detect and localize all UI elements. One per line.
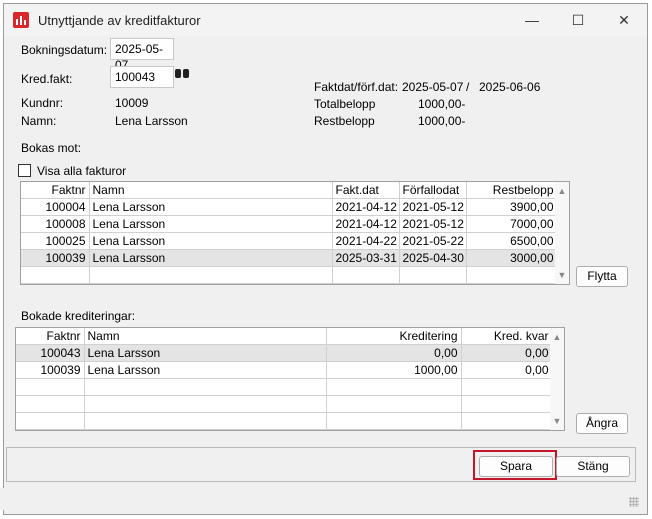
invoices-scrollbar[interactable]: ▲ ▼ — [555, 182, 569, 284]
booked-scrollbar[interactable]: ▲ ▼ — [550, 328, 564, 430]
angra-button[interactable]: Ångra — [576, 413, 628, 434]
kundnr-label: Kundnr: — [21, 96, 64, 110]
cell: Lena Larsson — [89, 249, 333, 267]
visa-alla-checkbox[interactable] — [18, 164, 31, 177]
cell: 0,00 — [326, 344, 462, 362]
close-button[interactable]: ✕ — [601, 4, 647, 36]
visa-alla-label: Visa alla fakturor — [37, 164, 127, 178]
col-forfallodat[interactable]: Förfallodat — [399, 182, 467, 199]
empty-row — [21, 266, 558, 284]
booked-credits-grid[interactable]: Faktnr Namn Kreditering Kred. kvar 10004… — [15, 327, 565, 431]
cell: 0,00 — [461, 361, 553, 379]
kredfakt-label: Kred.fakt: — [21, 72, 73, 86]
invoices-header-row: Faktnr Namn Fakt.dat Förfallodat Restbel… — [21, 182, 558, 199]
cell: 100043 — [16, 344, 85, 362]
restbelopp-label: Restbelopp — [314, 114, 375, 128]
bokas-mot-label: Bokas mot: — [21, 141, 82, 155]
forfdat-value: 2025-06-06 — [479, 80, 541, 94]
stang-button[interactable]: Stäng — [556, 456, 630, 477]
cell: 100004 — [21, 198, 90, 216]
cell: 2021-04-12 — [332, 198, 400, 216]
cell: 2025-04-30 — [399, 249, 467, 267]
cell: 100039 — [16, 361, 85, 379]
title-bar: Utnyttjande av kreditfakturor — ☐ ✕ — [4, 4, 647, 36]
cell: 2025-03-31 — [332, 249, 400, 267]
table-row-selected[interactable]: 100043 Lena Larsson 0,00 0,00 — [16, 344, 553, 362]
cell: 0,00 — [461, 344, 553, 362]
app-icon — [13, 12, 29, 28]
cell: Lena Larsson — [84, 361, 327, 379]
bokade-krediteringar-label: Bokade krediteringar: — [21, 309, 136, 323]
empty-row — [16, 378, 553, 396]
col-kreditering[interactable]: Kreditering — [326, 328, 462, 345]
table-row-selected[interactable]: 100039 Lena Larsson 2025-03-31 2025-04-30 30… — [21, 249, 558, 267]
faktdat-label: Faktdat/förf.dat: — [314, 80, 399, 94]
namn-value: Lena Larsson — [115, 114, 188, 128]
flytta-button[interactable]: Flytta — [576, 266, 628, 287]
window-title: Utnyttjande av kreditfakturor — [38, 13, 201, 28]
cell: 1000,00 — [326, 361, 462, 379]
cell: 2021-04-22 — [332, 232, 400, 250]
invoices-grid[interactable]: Faktnr Namn Fakt.dat Förfallodat Restbel… — [20, 181, 570, 285]
status-bar — [0, 488, 643, 510]
table-row[interactable]: 100025 Lena Larsson 2021-04-22 2021-05-22 65… — [21, 232, 558, 250]
bokningsdatum-field[interactable]: 2025-05-07 — [110, 38, 174, 72]
booked-header-row: Faktnr Namn Kreditering Kred. kvar — [16, 328, 553, 345]
scroll-down-icon[interactable]: ▼ — [555, 268, 569, 282]
table-row[interactable]: 100008 Lena Larsson 2021-04-12 2021-05-12 70… — [21, 215, 558, 233]
col-faktnr[interactable]: Faktnr — [16, 328, 85, 345]
scroll-up-icon[interactable]: ▲ — [555, 184, 569, 198]
cell: 2021-04-12 — [332, 215, 400, 233]
cell: 100025 — [21, 232, 90, 250]
cell: Lena Larsson — [89, 232, 333, 250]
col-namn[interactable]: Namn — [84, 328, 327, 345]
scroll-up-icon[interactable]: ▲ — [550, 330, 564, 344]
faktdat-separator: / — [466, 80, 470, 94]
cell: 3900,00 — [466, 198, 558, 216]
cell: 2021-05-12 — [399, 198, 467, 216]
col-namn[interactable]: Namn — [89, 182, 333, 199]
minimize-button[interactable]: — — [509, 4, 555, 36]
scroll-down-icon[interactable]: ▼ — [550, 414, 564, 428]
cell: 7000,00 — [466, 215, 558, 233]
cell: 100039 — [21, 249, 90, 267]
cell: 6500,00 — [466, 232, 558, 250]
cell: Lena Larsson — [89, 215, 333, 233]
maximize-button[interactable]: ☐ — [555, 4, 601, 36]
bokningsdatum-label: Bokningsdatum: — [21, 43, 108, 57]
resize-grip-icon[interactable] — [629, 497, 639, 507]
cell: 3000,00 — [466, 249, 558, 267]
empty-row — [16, 395, 553, 413]
faktdat-value: 2025-05-07 — [402, 80, 464, 94]
kredfakt-field[interactable]: 100043 — [110, 66, 174, 88]
empty-row — [16, 412, 553, 430]
spara-highlight — [473, 450, 557, 480]
kundnr-value: 10009 — [115, 96, 149, 110]
cell: Lena Larsson — [84, 344, 327, 362]
totalbelopp-value: 1000,00- — [418, 97, 466, 111]
namn-label: Namn: — [21, 114, 57, 128]
cell: 2021-05-12 — [399, 215, 467, 233]
col-faktnr[interactable]: Faktnr — [21, 182, 90, 199]
table-row[interactable]: 100039 Lena Larsson 1000,00 0,00 — [16, 361, 553, 379]
col-kred-kvar[interactable]: Kred. kvar — [461, 328, 553, 345]
cell: 100008 — [21, 215, 90, 233]
col-restbelopp[interactable]: Restbelopp — [466, 182, 558, 199]
table-row[interactable]: 100004 Lena Larsson 2021-04-12 2021-05-12 39… — [21, 198, 558, 216]
restbelopp-value: 1000,00- — [418, 114, 466, 128]
cell: 2021-05-22 — [399, 232, 467, 250]
binoculars-search-icon[interactable] — [174, 67, 190, 81]
totalbelopp-label: Totalbelopp — [314, 97, 376, 111]
col-faktdat[interactable]: Fakt.dat — [332, 182, 400, 199]
cell: Lena Larsson — [89, 198, 333, 216]
